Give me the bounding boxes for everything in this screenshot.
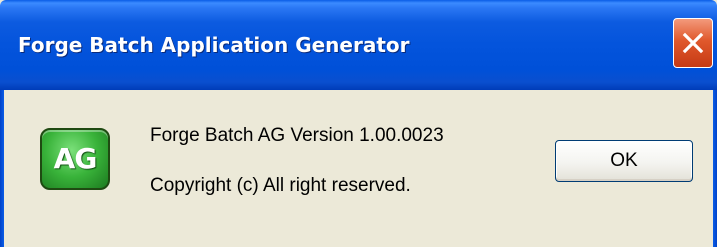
version-text: Forge Batch AG Version 1.00.0023 [150,125,444,146]
window-title: Forge Batch Application Generator [18,33,410,57]
window-border-left [0,90,4,247]
close-icon [682,32,704,54]
ag-app-icon: AG [40,128,110,190]
about-dialog: Forge Batch Application Generator AG For… [0,0,717,247]
title-bar[interactable]: Forge Batch Application Generator [0,0,717,90]
app-icon-label: AG [53,142,98,175]
close-button[interactable] [673,18,713,68]
window-border-right [713,90,717,247]
copyright-text: Copyright (c) All right reserved. [150,175,411,196]
ok-button[interactable]: OK [555,140,693,182]
